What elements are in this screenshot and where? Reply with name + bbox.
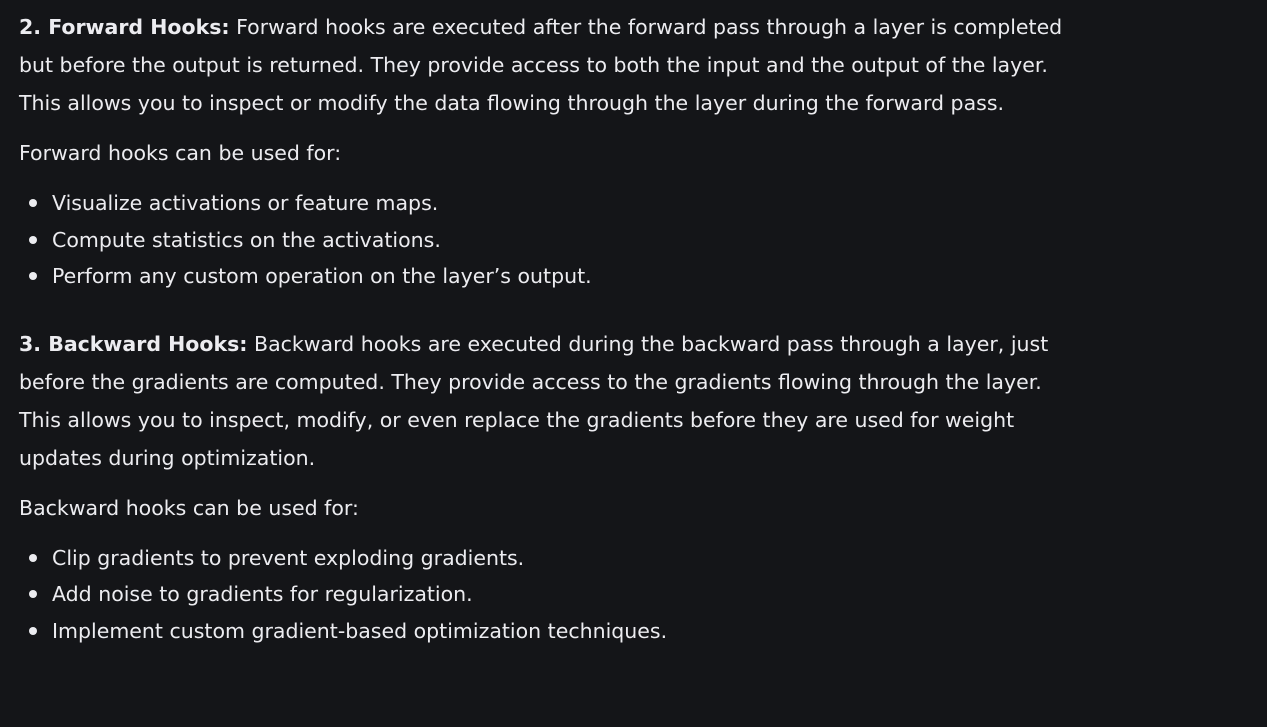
list-item-text: Visualize activations or feature maps.: [52, 191, 439, 215]
forward-hooks-uses-list: Visualize activations or feature maps. C…: [19, 185, 1069, 295]
list-item: Visualize activations or feature maps.: [19, 185, 1069, 222]
list-item-text: Perform any custom operation on the laye…: [52, 264, 592, 288]
bullet-icon: [29, 235, 37, 244]
bullet-icon: [29, 590, 37, 598]
list-item: Compute statistics on the activations.: [19, 222, 1069, 259]
backward-hooks-heading: 3. Backward Hooks:: [19, 331, 248, 356]
list-item-text: Clip gradients to prevent exploding grad…: [52, 545, 525, 570]
backward-hooks-uses-intro: Backward hooks can be used for:: [19, 495, 359, 520]
bullet-icon: [29, 626, 37, 635]
list-item-text: Add noise to gradients for regularizatio…: [52, 582, 473, 606]
forward-hooks-heading: 2. Forward Hooks:: [19, 15, 230, 39]
backward-hooks-uses-list: Clip gradients to prevent exploding grad…: [19, 540, 1069, 650]
bullet-icon: [29, 199, 37, 207]
list-item: Implement custom gradient-based optimiza…: [19, 613, 1069, 650]
list-item: Perform any custom operation on the laye…: [19, 258, 1069, 295]
list-item-text: Implement custom gradient-based optimiza…: [52, 618, 668, 643]
list-item: Add noise to gradients for regularizatio…: [19, 576, 1069, 613]
bullet-icon: [29, 553, 37, 562]
forward-hooks-uses-intro: Forward hooks can be used for:: [19, 141, 342, 165]
message-content: 2. Forward Hooks: Forward hooks are exec…: [19, 8, 1069, 649]
list-item: Clip gradients to prevent exploding grad…: [19, 540, 1069, 577]
forward-hooks-paragraph: 2. Forward Hooks: Forward hooks are exec…: [19, 8, 1069, 122]
backward-hooks-paragraph: 3. Backward Hooks: Backward hooks are ex…: [19, 325, 1069, 477]
bullet-icon: [29, 272, 37, 280]
list-item-text: Compute statistics on the activations.: [52, 227, 441, 252]
